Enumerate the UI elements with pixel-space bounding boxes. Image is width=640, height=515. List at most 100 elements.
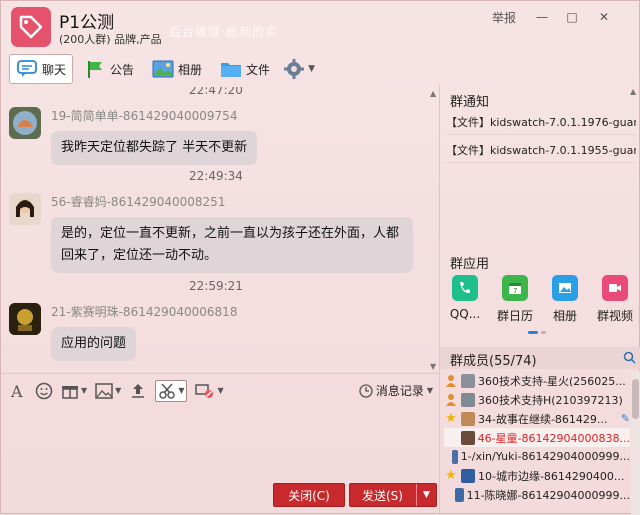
chevron-down-icon: ▼ xyxy=(308,64,315,74)
chevron-down-icon: ▼ xyxy=(426,386,433,395)
timestamp: 22:47:20 xyxy=(189,87,243,97)
chevron-down-icon: ▼ xyxy=(178,386,185,395)
sender-name[interactable]: 21-紫赛明珠-861429040006818 xyxy=(51,303,237,320)
blank-role xyxy=(444,450,449,464)
app-label: 群日历 xyxy=(496,309,533,323)
search-icon[interactable] xyxy=(623,351,636,367)
chat-window: P1公测 (200人群) 品牌,产品 后台被隐·此刻的实 举报 — □ ✕ 聊天… xyxy=(0,0,640,515)
scroll-up-icon[interactable]: ▲ xyxy=(430,89,436,98)
member-avatar xyxy=(452,449,458,464)
member-name: 1-/xin/Yuki-86142904000999... xyxy=(460,450,630,463)
send-button[interactable]: 发送(S) ▼ xyxy=(349,483,437,507)
close-window-button[interactable]: ✕ xyxy=(593,7,615,27)
svg-text:7: 7 xyxy=(513,287,517,295)
page-indicator[interactable] xyxy=(528,331,549,334)
chevron-down-icon: ▼ xyxy=(115,386,122,395)
notice-title: 群通知 xyxy=(450,95,490,110)
tab-notice[interactable]: 公告 xyxy=(77,54,141,84)
tab-label: 公告 xyxy=(110,62,135,77)
member-item[interactable]: ★ 10-城市边缘-8614290400... xyxy=(444,466,630,485)
admin-star-icon: ★ xyxy=(445,411,457,426)
message-bubble[interactable]: 我昨天定位都失踪了 半天不更新 xyxy=(51,131,258,165)
chevron-down-icon: ▼ xyxy=(81,386,88,395)
maximize-button[interactable]: □ xyxy=(561,7,583,27)
scroll-thumb[interactable] xyxy=(632,379,639,419)
font-icon[interactable]: A xyxy=(9,380,27,402)
member-item[interactable]: 46-星童-86142904000838... xyxy=(444,428,630,447)
app-label: 相册 xyxy=(552,309,577,323)
member-name: 10-城市边缘-8614290400... xyxy=(478,469,625,483)
tab-label: 文件 xyxy=(246,62,271,77)
member-item[interactable]: 360技术支持H(210397213) xyxy=(444,390,630,409)
clock-icon xyxy=(359,383,373,398)
sender-name[interactable]: 56-睿睿妈-861429040008251 xyxy=(51,193,225,210)
scroll-down-icon[interactable]: ▼ xyxy=(430,362,436,371)
message-bubble[interactable]: 是的，定位一直不更新，之前一直以为孩子还在外面，人都 回来了，定位还一动不动。 xyxy=(51,217,413,273)
screenshot-icon[interactable]: ▼ xyxy=(155,379,188,402)
close-button[interactable]: 关闭(C) xyxy=(273,483,345,507)
emoji-icon[interactable] xyxy=(35,380,53,402)
report-button[interactable]: 举报 xyxy=(489,7,519,27)
member-item[interactable]: 360技术支持-星火(256025... xyxy=(444,371,630,390)
member-item[interactable]: ★ 34-故事在继续-861429... ✎ xyxy=(444,409,630,428)
member-name: 34-故事在继续-861429... xyxy=(478,412,608,426)
tab-label: 相册 xyxy=(178,62,203,77)
settings-menu[interactable]: ▼ xyxy=(283,58,315,80)
message-input[interactable] xyxy=(1,407,439,483)
notice-item[interactable]: 【文件】kidswatch-7.0.1.1955-guan... xyxy=(446,137,636,163)
image-icon[interactable]: ▼ xyxy=(95,380,121,402)
member-avatar xyxy=(461,411,475,426)
member-avatar xyxy=(461,373,475,388)
member-avatar xyxy=(460,430,475,445)
chevron-down-icon: ▼ xyxy=(217,386,224,395)
app-video[interactable]: 群视频 xyxy=(590,275,640,347)
tab-album[interactable]: 相册 xyxy=(145,54,209,84)
members-title: 群成员(55/74) xyxy=(450,354,537,369)
scroll-up-icon[interactable]: ▲ xyxy=(630,87,636,96)
poke-icon[interactable]: ▼ xyxy=(195,380,224,402)
member-item[interactable]: 1-/xin/Yuki-86142904000999... xyxy=(444,447,630,466)
folder-icon xyxy=(220,59,242,79)
app-label: QQ... xyxy=(449,307,481,321)
apps-title: 群应用 xyxy=(450,257,490,272)
group-avatar[interactable] xyxy=(11,7,51,47)
calendar-icon: 7 xyxy=(502,275,528,301)
member-name: 360技术支持-星火(256025... xyxy=(478,374,626,388)
members-header: 群成员(55/74) xyxy=(440,347,640,369)
app-qq-call[interactable]: QQ... xyxy=(440,275,490,347)
upload-icon[interactable] xyxy=(129,380,147,402)
blank-role xyxy=(444,431,458,445)
message-list[interactable]: 22:47:20 19-简简单单-861429040009754 我昨天定位都失… xyxy=(1,87,439,373)
app-label: 群视频 xyxy=(596,309,633,323)
send-label: 发送(S) xyxy=(362,488,403,503)
message-bubble[interactable]: 应用的问题 xyxy=(51,327,137,361)
tab-chat[interactable]: 聊天 xyxy=(9,54,74,84)
minimize-button[interactable]: — xyxy=(531,7,553,27)
member-item[interactable]: 11-陈晓娜-86142904000999... xyxy=(444,485,630,504)
tab-label: 聊天 xyxy=(42,62,67,77)
gear-icon xyxy=(284,59,305,79)
album-icon xyxy=(552,275,578,301)
notice-item[interactable]: 【文件】kidswatch-7.0.1.1976-guan... xyxy=(446,109,636,135)
gift-icon[interactable]: ▼ xyxy=(61,380,87,402)
app-calendar[interactable]: 7 群日历 xyxy=(490,275,540,347)
group-subtitle: (200人群) 品牌,产品 xyxy=(59,33,162,46)
tag-icon xyxy=(19,15,43,39)
send-options-chevron-icon[interactable]: ▼ xyxy=(416,484,436,506)
history-button[interactable]: 消息记录 ▼ xyxy=(359,382,433,399)
message-line: 是的，定位一直不更新，之前一直以为孩子还在外面，人都 xyxy=(61,226,400,241)
edit-icon[interactable]: ✎ xyxy=(621,412,630,425)
avatar[interactable] xyxy=(9,193,41,225)
title-bar: P1公测 (200人群) 品牌,产品 后台被隐·此刻的实 举报 — □ ✕ xyxy=(1,1,640,53)
avatar[interactable] xyxy=(9,303,41,335)
chat-scrollbar[interactable]: ▲ ▼ xyxy=(429,87,439,373)
avatar[interactable] xyxy=(9,107,41,139)
member-avatar xyxy=(461,468,475,483)
tab-files[interactable]: 文件 xyxy=(213,54,277,84)
sender-name[interactable]: 19-简简单单-861429040009754 xyxy=(51,107,237,124)
member-name: 46-星童-86142904000838... xyxy=(477,431,630,445)
app-album[interactable]: 相册 xyxy=(540,275,590,347)
timestamp: 22:59:21 xyxy=(189,279,243,293)
owner-icon xyxy=(444,374,458,388)
members-scrollbar[interactable] xyxy=(631,371,640,515)
